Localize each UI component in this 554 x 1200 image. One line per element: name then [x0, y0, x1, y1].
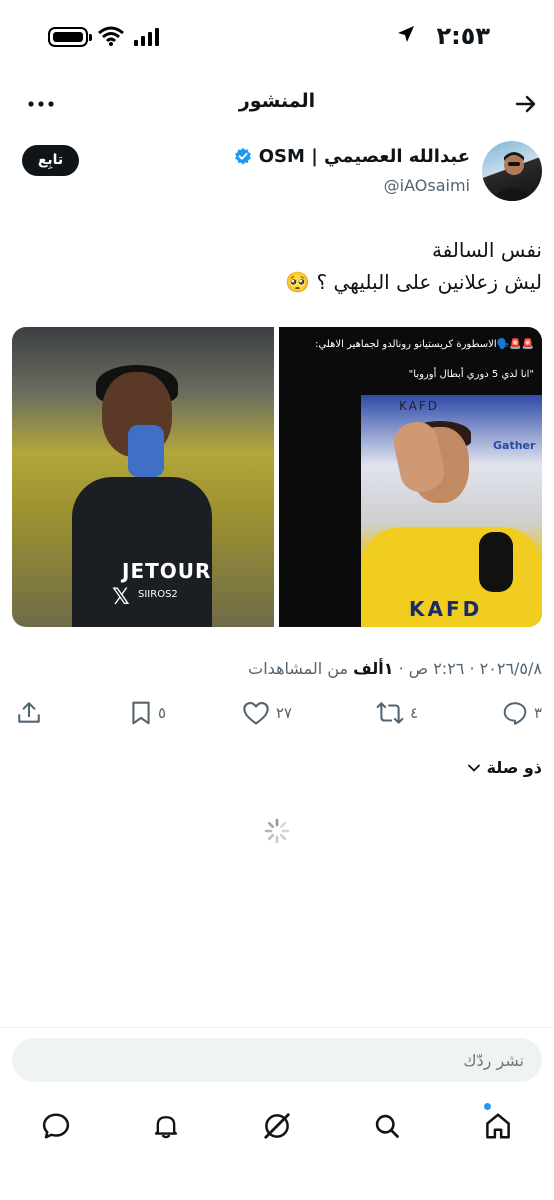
nav-search[interactable]	[367, 1106, 407, 1146]
more-options-button[interactable]	[28, 94, 54, 118]
home-icon	[486, 1113, 510, 1139]
location-arrow-icon	[396, 24, 416, 48]
microphone	[479, 532, 513, 592]
views-label[interactable]: من المشاهدات	[248, 659, 348, 678]
repost-button[interactable]: ٤	[376, 700, 418, 726]
share-button[interactable]	[16, 700, 42, 726]
avatar[interactable]	[482, 141, 542, 201]
share-icon	[18, 702, 40, 723]
tweet-meta: ٢٠٢٦/٥/٨ · ٢:٢٦ ص · ١ألف من المشاهدات	[248, 659, 542, 678]
tweet-text-line-2: ليش زعلانين على البليهي ؟ 🥺	[285, 270, 542, 294]
player-mask	[128, 425, 164, 477]
status-bar: ٢:٥٣	[0, 0, 554, 72]
verified-badge-icon	[234, 147, 252, 170]
repost-icon	[376, 702, 404, 724]
meta-separator: ·	[398, 659, 404, 678]
divider	[0, 1027, 554, 1028]
reply-count: ٣	[533, 704, 542, 722]
shirt-sponsor-text: KAFD	[409, 597, 483, 621]
loading-spinner-icon	[263, 817, 291, 849]
signal-icon	[134, 28, 162, 50]
x-logo-icon: 𝕏	[112, 585, 130, 610]
reply-icon	[503, 702, 527, 725]
related-dropdown[interactable]: ذو صلة	[467, 758, 542, 777]
author-handle[interactable]: @iAOsaimi	[384, 176, 470, 195]
media-image-left[interactable]: JETOUR 𝕏 SIIROS2	[12, 327, 274, 627]
image-caption-2: "انا لدي 5 دوري أبطال أوروبا"	[408, 369, 534, 380]
bookmark-button[interactable]: ٥	[130, 700, 166, 726]
grok-icon	[264, 1113, 290, 1139]
nav-messages[interactable]	[36, 1106, 76, 1146]
jersey-sponsor-text: JETOUR	[122, 559, 212, 583]
chevron-down-icon	[467, 764, 480, 772]
repost-count: ٤	[409, 704, 418, 722]
views-count[interactable]: ١ألف	[353, 659, 393, 678]
tweet-time: ٢:٢٦ ص	[408, 659, 465, 678]
bell-icon	[154, 1116, 178, 1139]
back-button[interactable]	[514, 92, 538, 120]
more-dots-icon	[28, 101, 54, 107]
bookmark-icon	[132, 701, 150, 725]
player-jersey	[72, 477, 212, 627]
reply-button[interactable]: ٣	[502, 700, 542, 726]
heart-icon	[243, 702, 269, 725]
like-button[interactable]: ٢٧	[242, 700, 292, 726]
tweet-text-line-1: نفس السالفة	[431, 238, 542, 262]
tweet-date: ٢٠٢٦/٥/٨	[479, 659, 542, 678]
message-icon	[42, 1113, 70, 1139]
bookmark-count: ٥	[157, 704, 166, 722]
arrow-right-icon	[515, 95, 536, 113]
like-count: ٢٧	[275, 704, 292, 722]
watermark-text: SIIROS2	[138, 589, 178, 600]
page-title: المنشور	[238, 90, 316, 112]
reply-input[interactable]	[12, 1038, 542, 1082]
author-name[interactable]: عبدالله العصيمي | OSM	[230, 146, 470, 170]
media-image-right[interactable]: 🚨🚨🗣️الاسطورة كريستيانو رونالدو لجماهير ا…	[279, 327, 542, 627]
image-caption-1: 🚨🚨🗣️الاسطورة كريستيانو رونالدو لجماهير ا…	[315, 339, 534, 350]
nav-grok[interactable]	[257, 1106, 297, 1146]
search-icon	[375, 1114, 399, 1138]
battery-icon	[48, 27, 88, 47]
board-text-2: Gather	[493, 439, 536, 452]
board-text: KAFD	[399, 399, 440, 413]
battery-tip	[89, 34, 92, 41]
author-name-text: عبدالله العصيمي | OSM	[258, 146, 470, 167]
wifi-icon	[98, 26, 124, 50]
notification-dot	[484, 1103, 491, 1110]
tweet-media[interactable]: JETOUR 𝕏 SIIROS2 🚨🚨🗣️الاسطورة كريستيانو …	[12, 327, 542, 627]
meta-separator: ·	[469, 659, 475, 678]
status-time: ٢:٥٣	[436, 22, 490, 50]
nav-notifications[interactable]	[146, 1106, 186, 1146]
related-label: ذو صلة	[486, 758, 542, 777]
follow-button[interactable]: تابِع	[22, 145, 79, 176]
nav-home[interactable]	[478, 1106, 518, 1146]
